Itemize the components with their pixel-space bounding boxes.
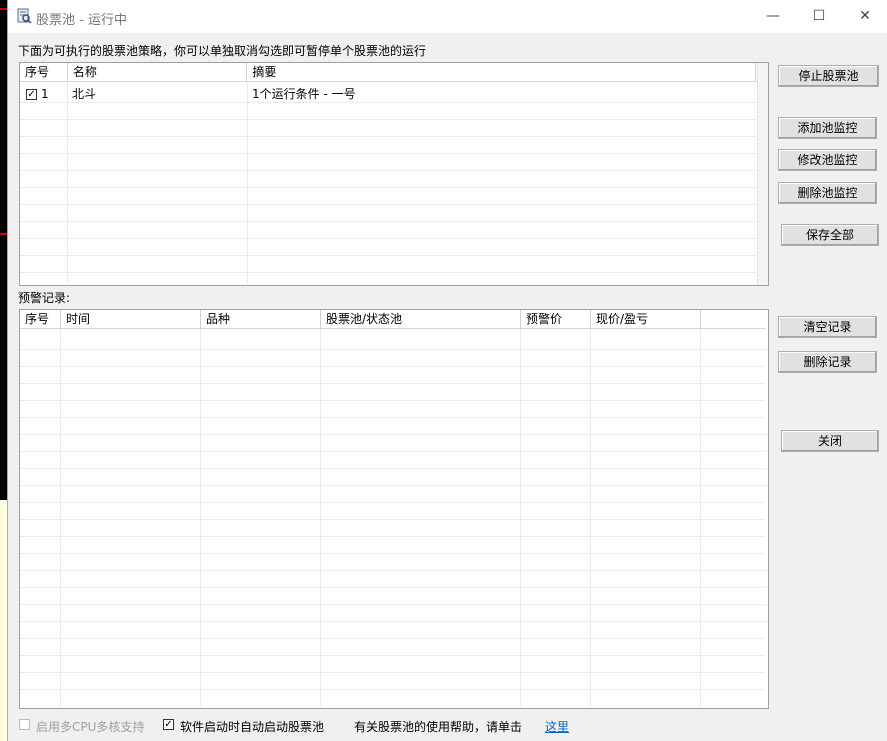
stop-pool-button[interactable]: 停止股票池 <box>778 65 879 87</box>
edit-monitor-button[interactable]: 修改池监控 <box>778 149 877 171</box>
add-monitor-button[interactable]: 添加池监控 <box>778 117 877 139</box>
close-window-button[interactable]: ✕ <box>842 0 887 33</box>
alert-records-label: 预警记录: <box>18 291 71 305</box>
column-header-summary[interactable]: 摘要 <box>247 63 756 81</box>
autostart-checkbox[interactable]: ✓ <box>163 719 174 730</box>
column-header-alert-price[interactable]: 预警价 <box>521 310 591 328</box>
stock-pool-app-icon <box>17 8 32 24</box>
help-link[interactable]: 这里 <box>545 718 569 735</box>
delete-monitor-button[interactable]: 删除池监控 <box>778 182 877 204</box>
delete-records-button[interactable]: 删除记录 <box>778 351 877 373</box>
strategy-table-scrollbar[interactable] <box>757 63 768 285</box>
column-header-time[interactable]: 时间 <box>61 310 201 328</box>
strategy-table[interactable]: 序号 名称 摘要 ✓ 1 北斗 1个运行条件 - 一号 <box>19 62 769 286</box>
title-bar[interactable]: 股票池 - 运行中 — ☐ ✕ <box>8 0 887 33</box>
column-header-index[interactable]: 序号 <box>20 310 61 328</box>
alert-table-header: 序号 时间 品种 股票池/状态池 预警价 现价/盈亏 <box>20 310 766 329</box>
strategy-index: 1 <box>41 87 49 101</box>
clear-records-button[interactable]: 清空记录 <box>778 316 877 338</box>
autostart-label: 软件启动时自动启动股票池 <box>180 720 325 734</box>
column-header-pool[interactable]: 股票池/状态池 <box>321 310 521 328</box>
column-header-instrument[interactable]: 品种 <box>201 310 321 328</box>
strategy-table-header: 序号 名称 摘要 <box>20 63 756 82</box>
stock-pool-window: 股票池 - 运行中 — ☐ ✕ 下面为可执行的股票池策略，你可以单独取消勾选即可… <box>7 0 887 741</box>
multi-cpu-label: 启用多CPU多核支持 <box>36 720 145 734</box>
strategy-description: 下面为可执行的股票池策略，你可以单独取消勾选即可暂停单个股票池的运行 <box>18 44 427 58</box>
save-all-button[interactable]: 保存全部 <box>781 224 879 246</box>
strategy-enable-checkbox[interactable]: ✓ <box>26 89 37 100</box>
help-text: 有关股票池的使用帮助，请单击 <box>354 720 523 734</box>
alert-records-table[interactable]: 序号 时间 品种 股票池/状态池 预警价 现价/盈亏 <box>19 309 769 709</box>
close-button[interactable]: 关闭 <box>781 430 879 452</box>
strategy-name: 北斗 <box>72 87 97 101</box>
minimize-button[interactable]: — <box>750 0 796 33</box>
window-title: 股票池 - 运行中 <box>36 13 127 28</box>
strategy-summary: 1个运行条件 - 一号 <box>252 87 356 101</box>
column-header-index[interactable]: 序号 <box>20 63 68 81</box>
multi-cpu-checkbox[interactable] <box>19 719 30 730</box>
column-header-current-price-pnl[interactable]: 现价/盈亏 <box>591 310 701 328</box>
column-header-name[interactable]: 名称 <box>68 63 248 81</box>
maximize-button[interactable]: ☐ <box>796 0 842 33</box>
